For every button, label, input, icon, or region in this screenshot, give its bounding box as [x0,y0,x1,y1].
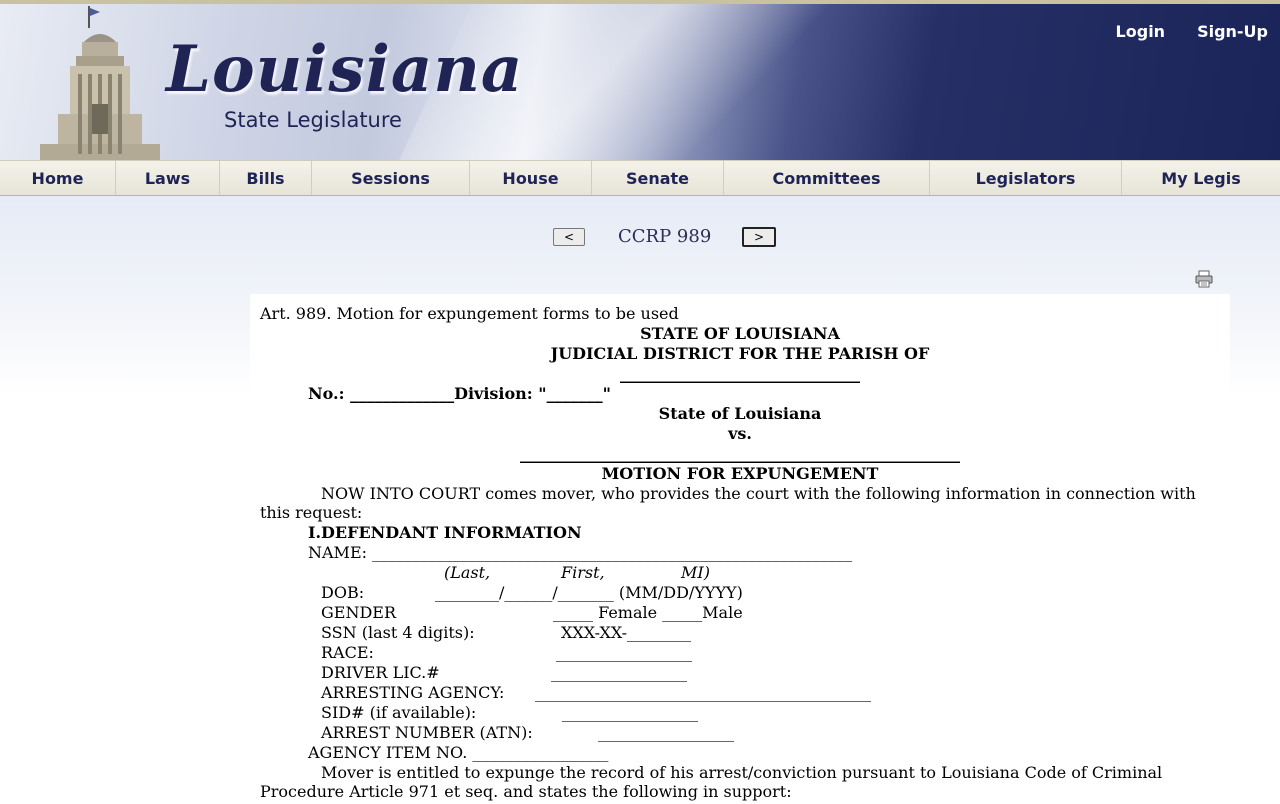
motion-title: MOTION FOR EXPUNGEMENT [601,464,879,483]
logo-subtitle: State Legislature [224,108,402,132]
name-hint-first: First, [561,563,605,582]
case-state: State of Louisiana [658,404,822,423]
nav-sessions[interactable]: Sessions [312,161,470,195]
site-header: Louisiana State Legislature Login Sign-U… [0,0,1280,160]
ssn-label: SSN (last 4 digits): [321,623,475,642]
law-text: Art. 989. Motion for expungement forms t… [250,294,1230,804]
nav-my-legis[interactable]: My Legis [1122,161,1280,195]
district-heading: JUDICIAL DISTRICT FOR THE PARISH OF [550,344,930,363]
name-hint-mi: MI) [681,563,710,582]
driver-license-value: _________________ [551,663,687,682]
signup-link[interactable]: Sign-Up [1197,22,1268,41]
document-title: CCRP 989 [618,226,712,247]
arresting-agency-value: ________________________________________… [535,683,871,702]
agency-item-number: AGENCY ITEM NO. _________________ [308,743,609,762]
case-vs: vs. [728,424,752,443]
race-label: RACE: [321,643,374,662]
sid-value: _________________ [562,703,698,722]
mover-line-1: Mover is entitled to expunge the record … [321,763,1163,782]
next-law-button[interactable]: > [742,227,776,247]
gender-label: GENDER [321,603,397,622]
nav-legislators[interactable]: Legislators [930,161,1122,195]
defendant-blank: ________________________________________… [520,444,960,463]
parish-blank: ______________________________ [620,364,860,383]
arrest-number-label: ARREST NUMBER (ATN): [321,723,533,742]
name-hint-last: (Last, [444,563,491,582]
state-heading: STATE OF LOUISIANA [640,324,840,343]
gender-value: _____ Female _____Male [553,603,743,622]
mover-line-2: Procedure Article 971 et seq. and states… [260,782,792,801]
arrest-number-value: _________________ [598,723,734,742]
sid-label: SID# (if available): [321,703,477,722]
nav-laws[interactable]: Laws [116,161,220,195]
number-division-line: No.: _____________Division: "_______" [308,384,611,403]
article-heading: Art. 989. Motion for expungement forms t… [260,304,679,323]
capitol-building-image [40,6,160,160]
dob-value: ________/______/_______ (MM/DD/YYYY) [435,583,743,602]
auth-links: Login Sign-Up [1116,22,1268,41]
nav-bills[interactable]: Bills [220,161,312,195]
nav-committees[interactable]: Committees [724,161,930,195]
race-value: _________________ [556,643,692,662]
document-navigation: < CCRP 989 > [0,226,1280,252]
intro-line-1: NOW INTO COURT comes mover, who provides… [321,484,1196,503]
intro-line-2: this request: [260,503,363,522]
driver-license-label: DRIVER LIC.# [321,663,440,682]
name-field-line: NAME: __________________________________… [308,543,853,562]
printer-icon[interactable] [1195,270,1213,288]
ssn-value: XXX-XX-________ [561,623,692,642]
nav-senate[interactable]: Senate [592,161,724,195]
section-defendant-information: I.DEFENDANT INFORMATION [308,523,582,542]
login-link[interactable]: Login [1116,22,1166,41]
arresting-agency-label: ARRESTING AGENCY: [321,683,505,702]
nav-house[interactable]: House [470,161,592,195]
logo-title: Louisiana [166,32,524,107]
previous-law-button[interactable]: < [553,228,585,246]
dob-label: DOB: [321,583,365,602]
main-nav: Home Laws Bills Sessions House Senate Co… [0,160,1280,196]
nav-home[interactable]: Home [0,161,116,195]
